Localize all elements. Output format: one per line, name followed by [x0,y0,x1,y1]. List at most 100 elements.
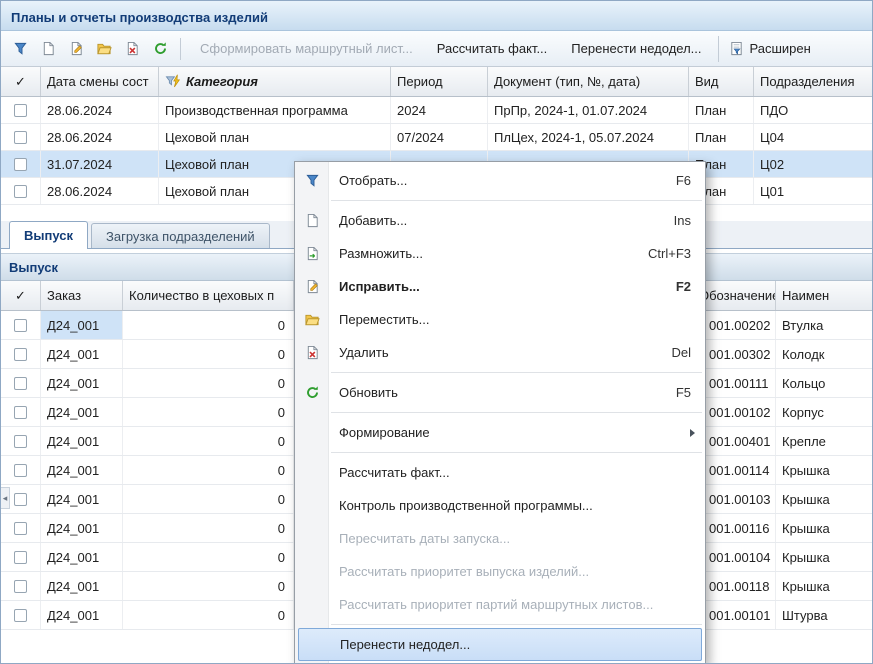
cell-division: Ц01 [754,178,873,204]
cell-name: Колодк [776,340,873,368]
menu-item[interactable]: Переместить... [295,303,705,336]
edit-button[interactable] [63,36,89,62]
menu-item[interactable]: Отобрать... F6 [295,164,705,197]
menu-item-label: Перенести недодел... [340,637,679,652]
toolbar-action-button[interactable]: Рассчитать факт... [425,36,560,62]
cell-qty: 0 [123,369,294,397]
menu-item [295,369,705,376]
row-check-cell [1,178,41,204]
toolbar-button-icon [153,41,168,56]
cell-date: 28.06.2024 [41,178,159,204]
cell-qty: 0 [123,601,294,629]
delete-button[interactable] [119,36,145,62]
column-header-order[interactable]: Заказ [41,281,123,310]
toolbar-action-button[interactable]: Расширен [718,36,823,62]
cell-name: Крышка [776,543,873,571]
column-header-category[interactable]: Категория [159,67,391,96]
tab[interactable]: Выпуск [9,221,88,249]
column-header-qty[interactable]: Количество в цеховых п [123,281,294,310]
menu-item[interactable]: Размножить... Ctrl+F3 [295,237,705,270]
menu-item[interactable]: Обновить F5 [295,376,705,409]
row-checkbox[interactable] [14,580,27,593]
menu-item-label: Рассчитать приоритет выпуска изделий... [339,564,683,579]
toolbar-icon-group [7,36,173,62]
cell-qty: 0 [123,514,294,542]
menu-item: Рассчитать приоритет выпуска изделий... [295,555,705,588]
tab-label: Выпуск [24,228,73,243]
panel-collapse-button[interactable]: ◂ [1,487,10,509]
menu-item-label: Рассчитать приоритет партий маршрутных л… [339,597,683,612]
row-checkbox[interactable] [14,377,27,390]
toolbar-action-label: Рассчитать факт... [437,41,548,56]
row-checkbox[interactable] [14,319,27,332]
column-header-division[interactable]: Подразделения [754,67,873,96]
column-header-document[interactable]: Документ (тип, №, дата) [488,67,689,96]
toolbar-action-button[interactable]: Перенести недодел... [559,36,713,62]
filter-button[interactable] [7,36,33,62]
section-title: Выпуск [9,260,58,275]
menu-item-icon [295,213,329,228]
cell-name: Корпус [776,398,873,426]
cell-order: Д24_001 [41,456,123,484]
row-checkbox[interactable] [14,551,27,564]
row-checkbox[interactable] [14,435,27,448]
cell-name: Крепле [776,427,873,455]
table-row[interactable]: 28.06.2024 Цеховой план 07/2024 ПлЦех, 2… [1,124,873,151]
cell-order: Д24_001 [41,427,123,455]
row-checkbox[interactable] [14,158,27,171]
menu-item-label: Добавить... [339,213,666,228]
cell-qty: 0 [123,485,294,513]
row-check-cell [1,572,41,600]
select-all-header[interactable]: ✓ [1,281,41,310]
menu-item[interactable]: Контроль производственной программы... [295,489,705,522]
row-checkbox[interactable] [14,104,27,117]
menu-item[interactable]: Удалить Del [295,336,705,369]
cell-order: Д24_001 [41,311,123,339]
column-header-kind[interactable]: Вид [689,67,754,96]
column-header-name[interactable]: Наимен [776,281,873,310]
menu-item [295,197,705,204]
menu-item-icon [295,345,329,360]
select-all-header[interactable]: ✓ [1,67,41,96]
row-checkbox[interactable] [14,493,27,506]
refresh-button[interactable] [147,36,173,62]
cell-name: Крышка [776,485,873,513]
category-sort-filter-icon [165,74,181,89]
row-check-cell [1,543,41,571]
row-checkbox[interactable] [14,464,27,477]
row-checkbox[interactable] [14,185,27,198]
menu-item[interactable]: Формирование [295,416,705,449]
row-check-cell [1,601,41,629]
menu-item[interactable]: Перенести недодел... [298,628,702,661]
cell-qty: 0 [123,543,294,571]
row-checkbox[interactable] [14,131,27,144]
cell-order: Д24_001 [41,514,123,542]
menu-item[interactable]: Рассчитать факт... [295,456,705,489]
row-check-cell [1,124,41,150]
menu-item [295,409,705,416]
cell-qty: 0 [123,340,294,368]
cell-order: Д24_001 [41,340,123,368]
menu-item [295,449,705,456]
toolbar-action-button: Сформировать маршрутный лист... [188,36,425,62]
menu-item[interactable]: Добавить... Ins [295,204,705,237]
row-check-cell [1,151,41,177]
row-checkbox[interactable] [14,609,27,622]
menu-item-shortcut: Ins [674,213,691,228]
menu-item [295,621,705,628]
row-checkbox[interactable] [14,522,27,535]
row-checkbox[interactable] [14,406,27,419]
menu-item-label: Пересчитать даты запуска... [339,531,683,546]
row-checkbox[interactable] [14,348,27,361]
tab[interactable]: Загрузка подразделений [91,223,270,248]
table-row[interactable]: 28.06.2024 Производственная программа 20… [1,97,873,124]
add-button[interactable] [35,36,61,62]
cell-order: Д24_001 [41,601,123,629]
move-button[interactable] [91,36,117,62]
column-header-date[interactable]: Дата смены сост [41,67,159,96]
column-header-period[interactable]: Период [391,67,488,96]
menu-item-label: Обновить [339,385,668,400]
cell-order: Д24_001 [41,543,123,571]
menu-item-icon [295,312,329,327]
menu-item[interactable]: Исправить... F2 [295,270,705,303]
